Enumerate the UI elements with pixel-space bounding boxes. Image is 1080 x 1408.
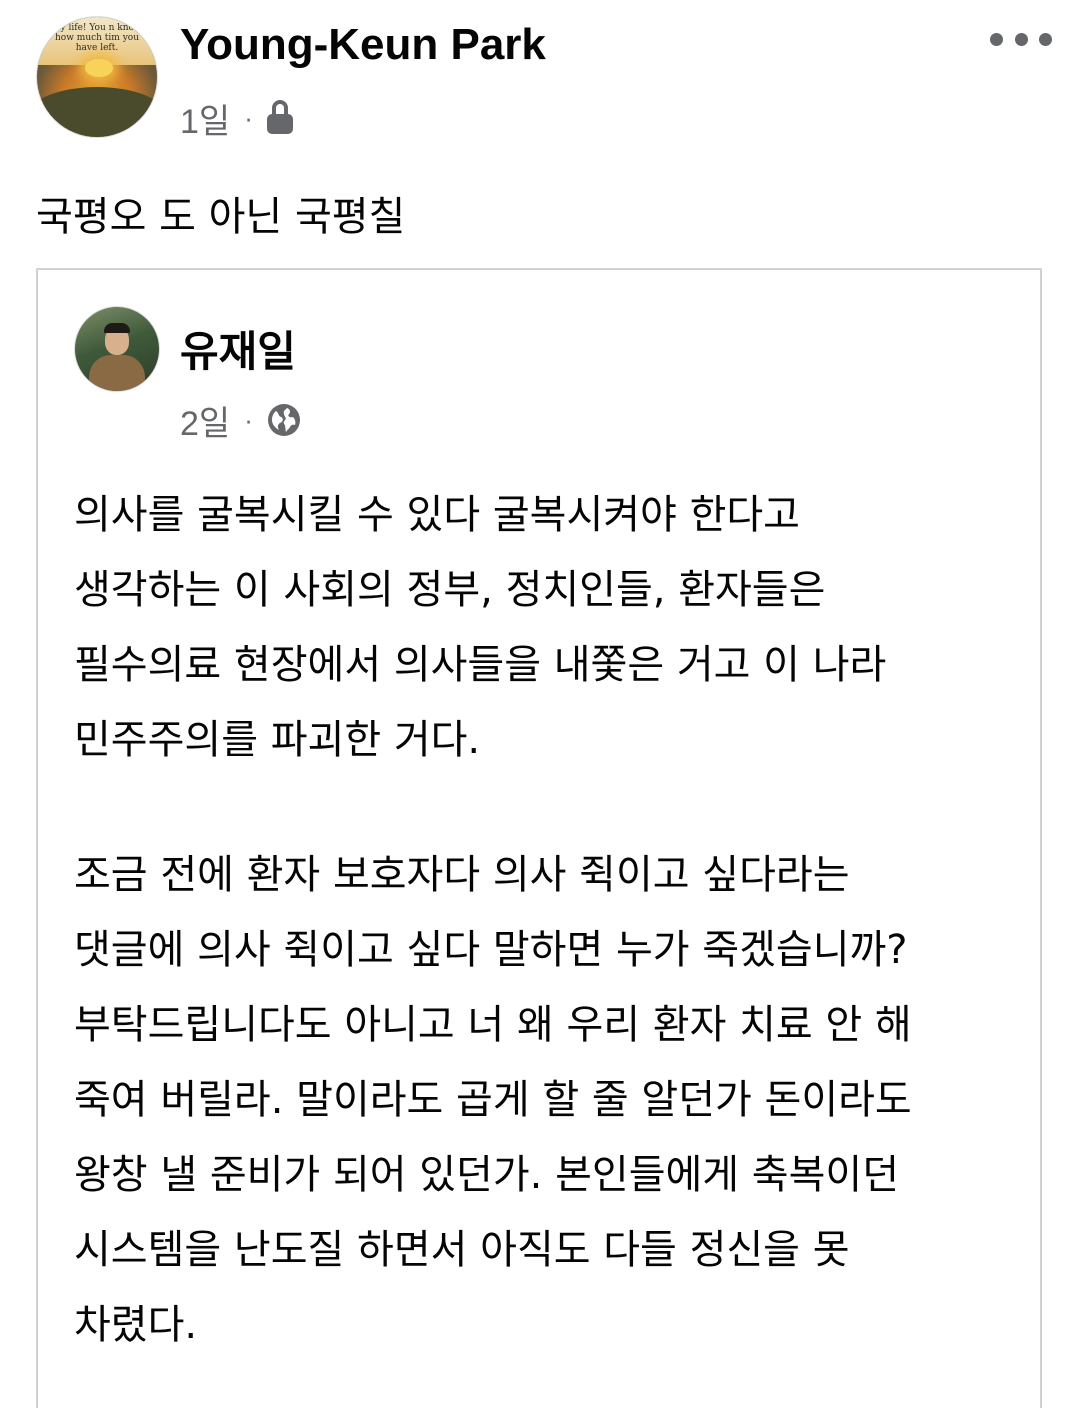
shared-post-meta: 2일 ·: [180, 396, 301, 445]
body-line: 의사를 굴복시킬 수 있다 굴복시켜야 한다고: [74, 492, 800, 538]
avatar-coat: [89, 355, 145, 391]
post-meta: 1일 ·: [180, 94, 293, 143]
avatar-sun: [85, 59, 113, 77]
body-line: 댓글에 의사 쥑이고 싶다 말하면 누가 죽겠습니까?: [74, 927, 908, 973]
paragraph: 조금 전에 환자 보호자다 의사 쥑이고 싶다라는 댓글에 의사 쥑이고 싶다 …: [74, 838, 1034, 1363]
post-timestamp[interactable]: 1일: [180, 94, 230, 143]
body-line: 조금 전에 환자 보호자다 의사 쥑이고 싶다라는: [74, 852, 850, 898]
shared-author-avatar[interactable]: [74, 306, 160, 392]
avatar-hair: [104, 323, 130, 333]
lock-icon[interactable]: [266, 100, 293, 136]
meta-separator: ·: [244, 102, 253, 133]
post-header: joy life! You n know how much tim you ha…: [0, 0, 1080, 150]
paragraph: 의사를 굴복시킬 수 있다 굴복시켜야 한다고 생각하는 이 사회의 정부, 정…: [74, 478, 1034, 778]
shared-author-name[interactable]: 유재일: [180, 318, 296, 379]
author-avatar[interactable]: joy life! You n know how much tim you ha…: [36, 16, 158, 138]
more-dot: [1039, 32, 1052, 46]
shared-post-body: 의사를 굴복시킬 수 있다 굴복시켜야 한다고 생각하는 이 사회의 정부, 정…: [74, 478, 1034, 1363]
body-line: 왕창 낼 준비가 되어 있던가. 본인들에게 축복이던: [74, 1152, 900, 1198]
body-line: 민주주의를 파괴한 거다.: [74, 717, 481, 763]
body-line: 차렸다.: [74, 1302, 198, 1348]
avatar-hill: [37, 87, 157, 137]
body-line: 시스템을 난도질 하면서 아직도 다들 정신을 못: [74, 1227, 850, 1273]
shared-post-card[interactable]: 유재일 2일 · 의사를 굴복시킬 수 있다 굴복시켜야 한다고 생각하는 이 …: [36, 268, 1042, 1408]
meta-separator: ·: [244, 404, 253, 435]
author-name[interactable]: Young-Keun Park: [180, 20, 546, 70]
more-dot: [1014, 32, 1028, 46]
globe-icon[interactable]: [267, 403, 301, 437]
body-line: 죽여 버릴라. 말이라도 곱게 할 줄 알던가 돈이라도: [74, 1077, 912, 1123]
body-line: 생각하는 이 사회의 정부, 정치인들, 환자들은: [74, 567, 826, 613]
post-text: 국평오 도 아닌 국평칠: [36, 194, 406, 240]
more-options-button[interactable]: [990, 22, 1052, 56]
avatar-quote: joy life! You n know how much tim you ha…: [52, 23, 142, 53]
more-dot: [990, 32, 1003, 46]
body-line: 부탁드립니다도 아니고 너 왜 우리 환자 치료 안 해: [74, 1002, 912, 1048]
shared-post-timestamp[interactable]: 2일: [180, 396, 230, 445]
lock-body: [266, 114, 293, 134]
body-line: 필수의료 현장에서 의사들을 내쫓은 거고 이 나라: [74, 642, 887, 688]
